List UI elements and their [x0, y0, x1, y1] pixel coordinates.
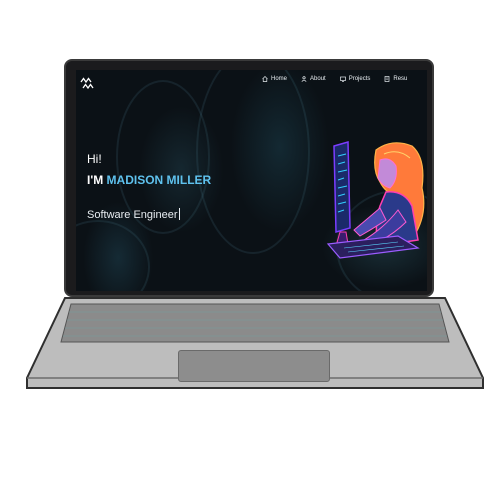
nav-item-resume[interactable]: Resu [384, 76, 407, 82]
nav-item-home[interactable]: Home [262, 76, 287, 82]
navbar: Home About Projects Resu [76, 70, 427, 94]
role-text: Software Engineer [87, 209, 178, 221]
intro-heading: I'M MADISON MILLER [87, 173, 211, 187]
projects-icon [339, 76, 346, 82]
nav-item-label: Resu [393, 76, 408, 82]
nav-item-projects[interactable]: Projects [339, 76, 371, 82]
screen: Home About Projects Resu Hi! I'M MADISON [76, 70, 427, 291]
nav-item-label: Projects [348, 76, 371, 82]
greeting: Hi! [87, 152, 102, 166]
laptop-mockup: Home About Projects Resu Hi! I'M MADISON [0, 0, 500, 500]
user-icon [301, 76, 307, 82]
programmer-illustration [326, 141, 425, 259]
intro-prefix: I'M [87, 173, 107, 187]
home-icon [262, 76, 268, 82]
person-name: MADISON MILLER [106, 173, 212, 187]
nav-links: Home About Projects Resu [262, 76, 407, 82]
typewriter-role: Software Engineer [87, 208, 180, 221]
nav-item-label: About [310, 76, 326, 82]
typing-cursor [178, 208, 180, 220]
nav-item-label: Home [271, 76, 288, 82]
mm-logo-icon[interactable] [80, 77, 94, 89]
nav-item-about[interactable]: About [301, 76, 326, 82]
touchpad [178, 350, 330, 382]
resume-icon [385, 76, 390, 82]
